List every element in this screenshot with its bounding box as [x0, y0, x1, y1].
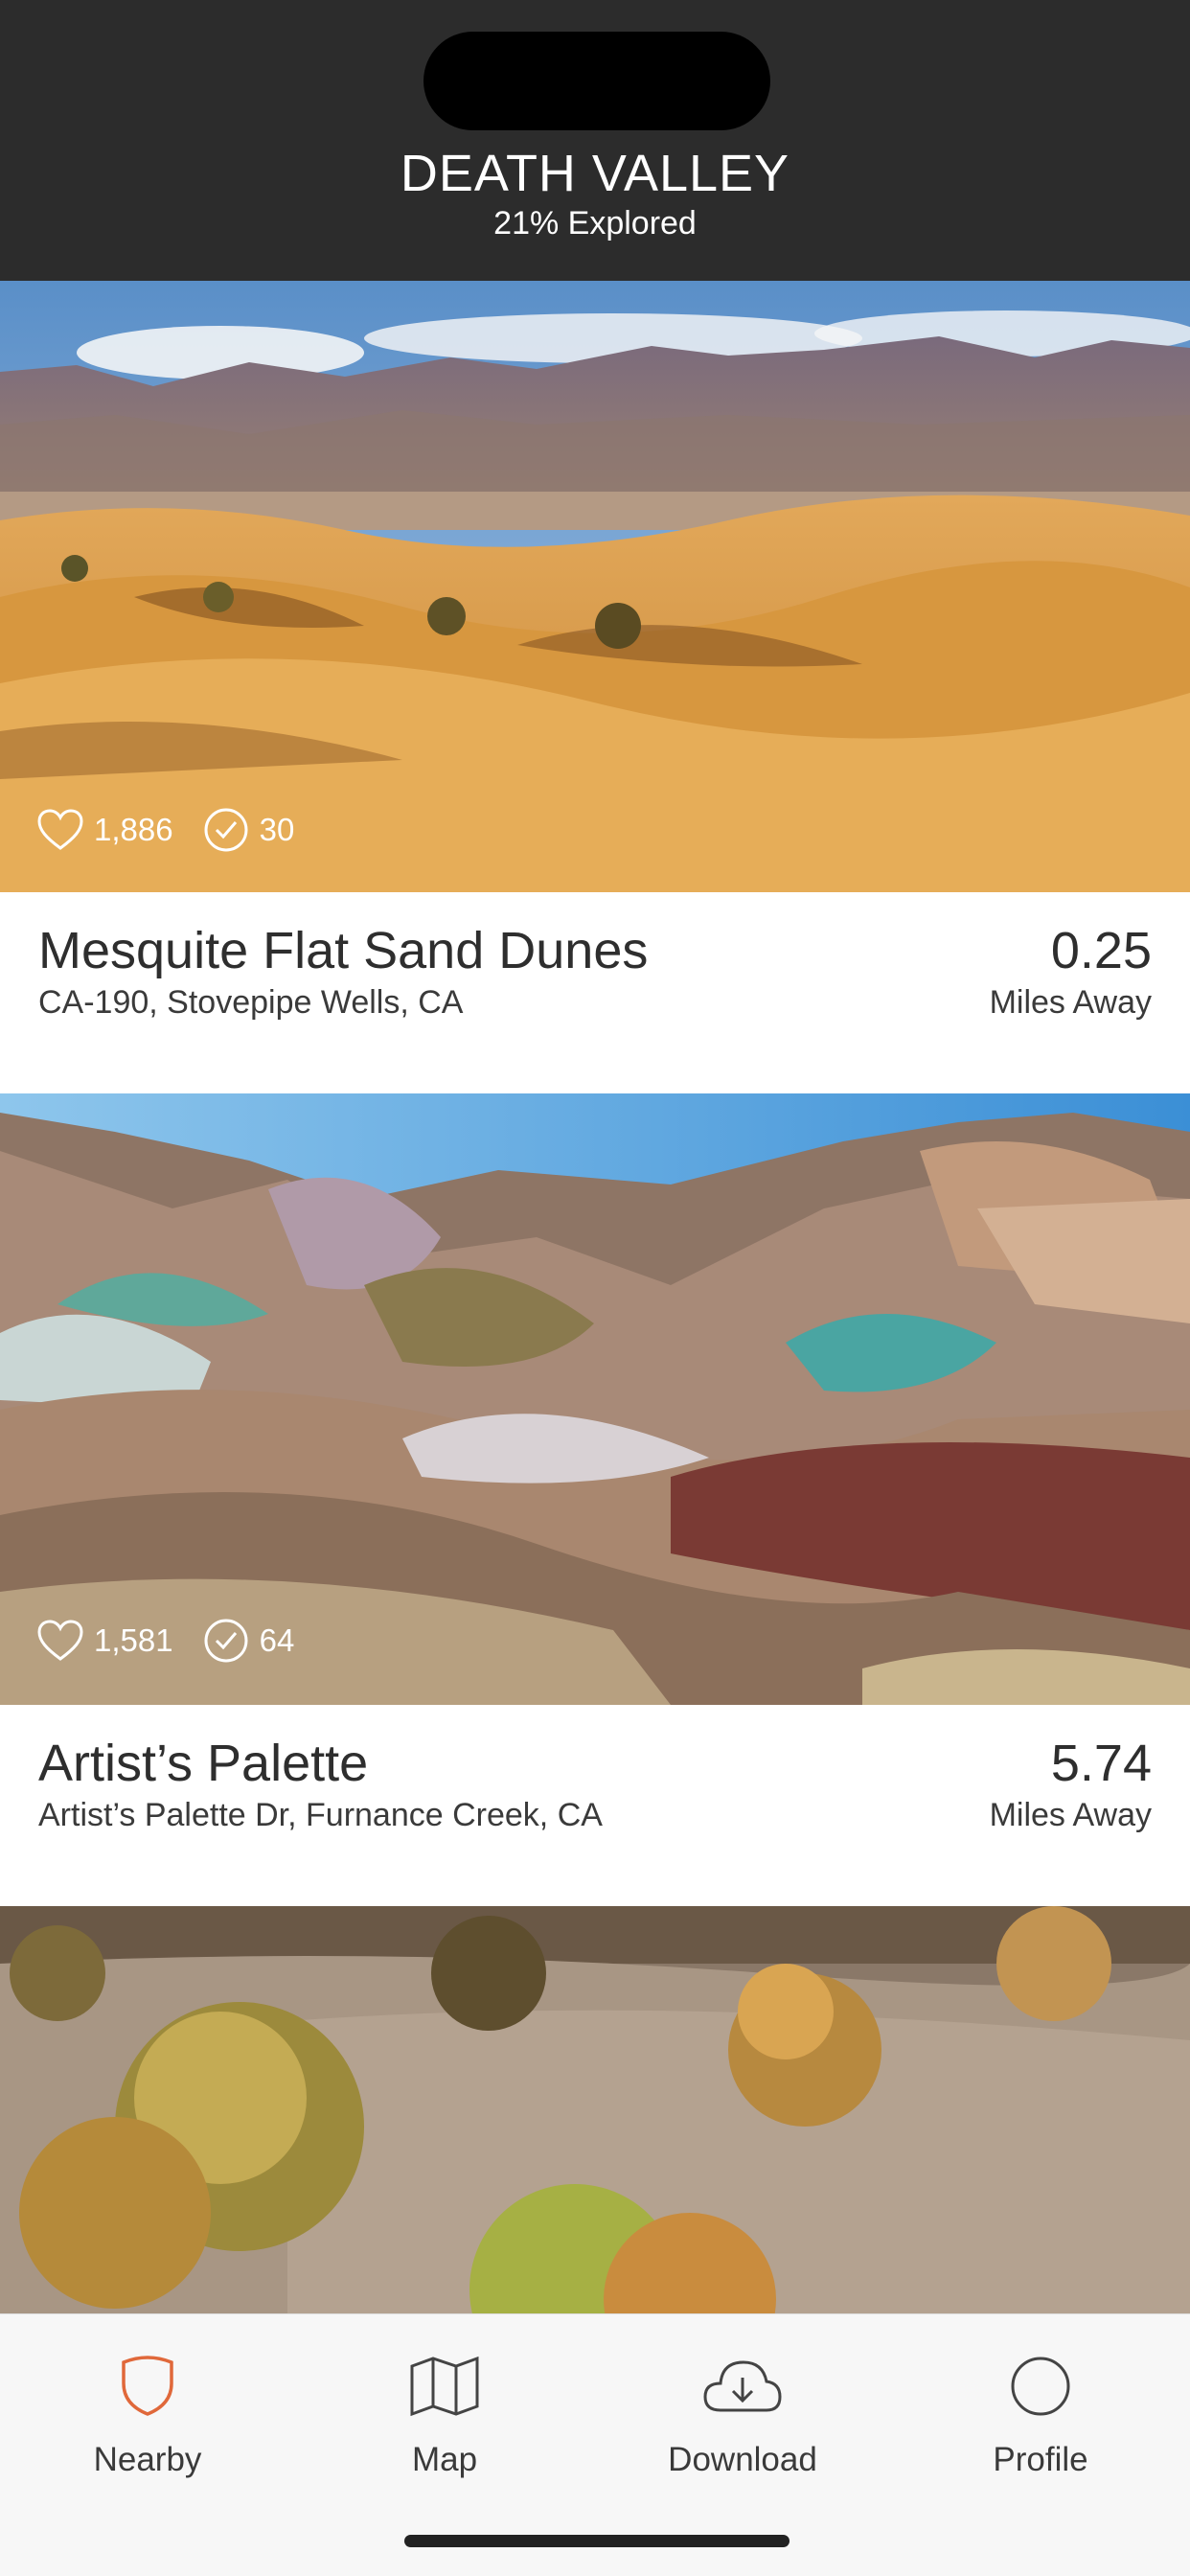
card-info-artists-palette[interactable]: Artist’s Palette Artist’s Palette Dr, Fu…: [0, 1705, 1190, 1906]
tab-nearby[interactable]: Nearby: [33, 2343, 263, 2479]
distance-unit: Miles Away: [989, 984, 1152, 1021]
device-notch: [423, 32, 770, 130]
heart-icon[interactable]: [36, 1619, 84, 1663]
explored-progress-text: 21% Explored: [493, 205, 697, 242]
card-photo-desert-brush[interactable]: [0, 1906, 1190, 2313]
card-photo-sand-dunes[interactable]: 1,886 30: [0, 281, 1190, 892]
tab-map[interactable]: Map: [330, 2343, 560, 2479]
distance-unit: Miles Away: [989, 1797, 1152, 1833]
place-name: Mesquite Flat Sand Dunes: [38, 922, 649, 979]
desert-brush-image: [0, 1906, 1190, 2313]
check-circle-icon[interactable]: [202, 806, 250, 854]
cloud-download-icon: [703, 2360, 782, 2412]
check-circle-icon[interactable]: [202, 1617, 250, 1665]
tab-label: Nearby: [93, 2441, 202, 2478]
card-info-sand-dunes[interactable]: Mesquite Flat Sand Dunes CA-190, Stovepi…: [0, 892, 1190, 1093]
place-name: Artist’s Palette: [38, 1735, 369, 1792]
distance-value: 5.74: [1050, 1735, 1152, 1792]
sand-dunes-image: [0, 281, 1190, 892]
tab-download[interactable]: Download: [628, 2343, 858, 2479]
card-photo-artists-palette[interactable]: 1,581 64: [0, 1093, 1190, 1705]
card-stats: 1,581 64: [36, 1617, 323, 1665]
checkins-count: 64: [259, 1622, 295, 1658]
tab-label: Download: [668, 2441, 817, 2478]
tab-profile[interactable]: Profile: [926, 2343, 1156, 2479]
map-icon: [410, 2356, 479, 2417]
header-bar: DEATH VALLEY 21% Explored: [0, 0, 1190, 281]
checkins-count: 30: [259, 812, 295, 847]
tab-label: Map: [411, 2441, 478, 2478]
distance-value: 0.25: [1050, 922, 1152, 979]
place-address: Artist’s Palette Dr, Furnance Creek, CA: [38, 1797, 603, 1833]
card-stats: 1,886 30: [36, 806, 323, 854]
profile-circle-icon: [1011, 2357, 1070, 2416]
place-address: CA-190, Stovepipe Wells, CA: [38, 984, 464, 1021]
likes-count: 1,886: [94, 812, 173, 847]
heart-icon[interactable]: [36, 808, 84, 852]
likes-count: 1,581: [94, 1622, 173, 1658]
page-title: DEATH VALLEY: [400, 145, 790, 202]
home-indicator[interactable]: [404, 2535, 790, 2547]
shield-icon: [122, 2356, 173, 2416]
artists-palette-image: [0, 1093, 1190, 1705]
tab-label: Profile: [993, 2441, 1088, 2478]
